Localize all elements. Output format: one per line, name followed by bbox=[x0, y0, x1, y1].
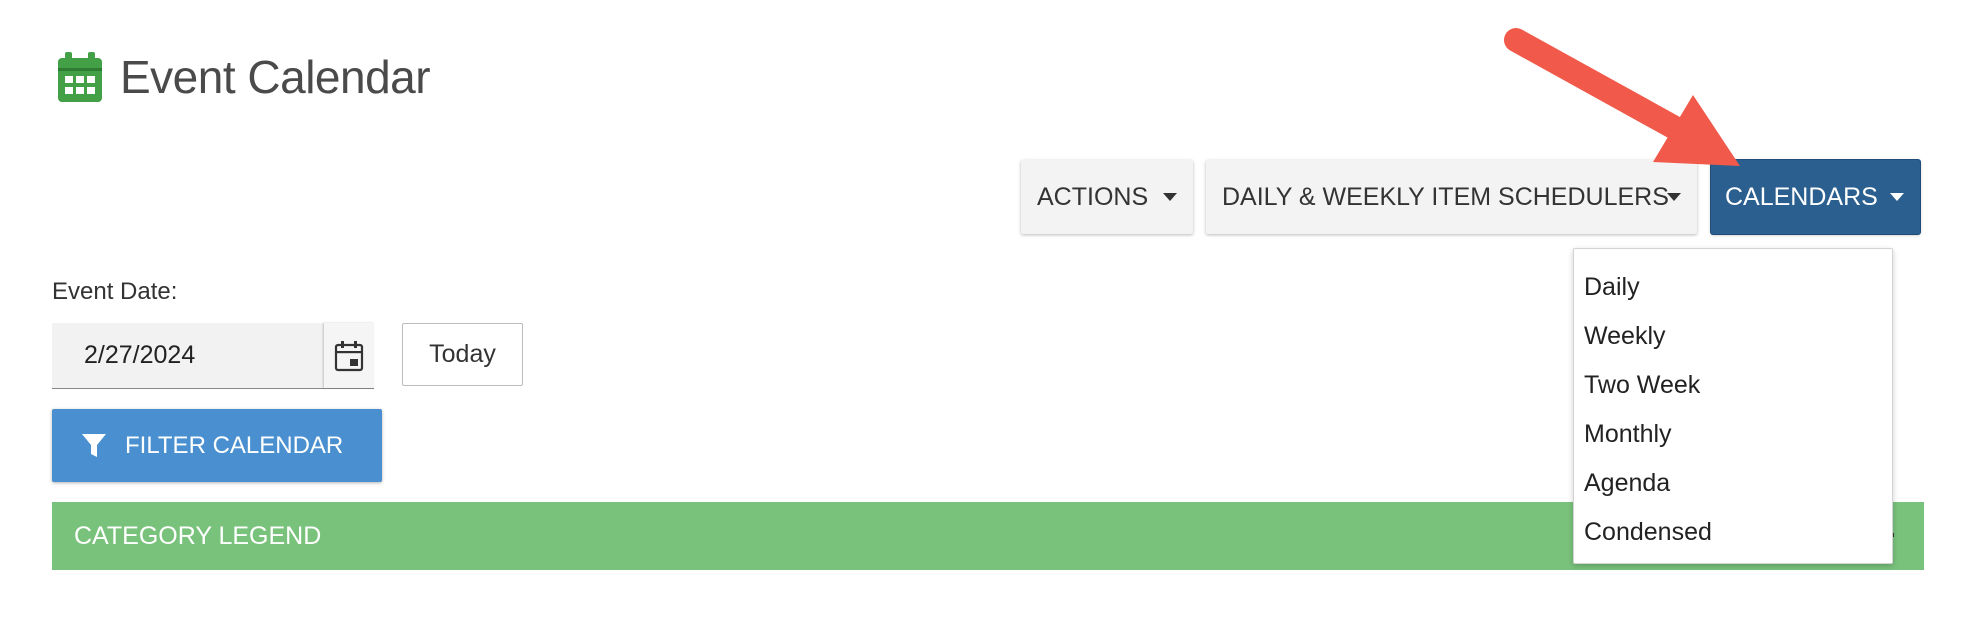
calendar-icon bbox=[334, 340, 364, 371]
page-header: Event Calendar bbox=[58, 50, 431, 104]
calendar-icon bbox=[58, 52, 102, 102]
filter-calendar-label: FILTER CALENDAR bbox=[125, 431, 344, 459]
funnel-icon bbox=[82, 433, 106, 457]
caret-down-icon bbox=[1667, 193, 1681, 201]
event-date-label: Event Date: bbox=[52, 278, 178, 305]
menu-item-condensed[interactable]: Condensed bbox=[1574, 508, 1892, 557]
event-date-value[interactable]: 2/27/2024 bbox=[84, 341, 195, 370]
actions-label: ACTIONS bbox=[1037, 182, 1149, 211]
caret-down-icon bbox=[1890, 193, 1904, 201]
menu-item-monthly[interactable]: Monthly bbox=[1574, 410, 1892, 459]
calendars-dropdown-menu: Daily Weekly Two Week Monthly Agenda Con… bbox=[1573, 248, 1893, 564]
filter-calendar-button[interactable]: FILTER CALENDAR bbox=[52, 409, 382, 482]
date-picker-button[interactable] bbox=[324, 323, 374, 388]
menu-item-two-week[interactable]: Two Week bbox=[1574, 361, 1892, 410]
calendars-dropdown-button[interactable]: CALENDARS bbox=[1711, 160, 1920, 234]
calendars-label: CALENDARS bbox=[1725, 182, 1878, 211]
menu-item-agenda[interactable]: Agenda bbox=[1574, 459, 1892, 508]
event-date-field[interactable]: 2/27/2024 bbox=[52, 323, 374, 389]
menu-item-weekly[interactable]: Weekly bbox=[1574, 312, 1892, 361]
item-schedulers-label: DAILY & WEEKLY ITEM SCHEDULERS bbox=[1222, 182, 1669, 211]
menu-item-daily[interactable]: Daily bbox=[1574, 263, 1892, 312]
today-button[interactable]: Today bbox=[402, 323, 523, 386]
item-schedulers-dropdown-button[interactable]: DAILY & WEEKLY ITEM SCHEDULERS bbox=[1206, 160, 1697, 234]
actions-dropdown-button[interactable]: ACTIONS bbox=[1021, 160, 1193, 234]
caret-down-icon bbox=[1163, 193, 1177, 201]
page-title: Event Calendar bbox=[120, 51, 431, 103]
category-legend-title: CATEGORY LEGEND bbox=[74, 521, 322, 550]
